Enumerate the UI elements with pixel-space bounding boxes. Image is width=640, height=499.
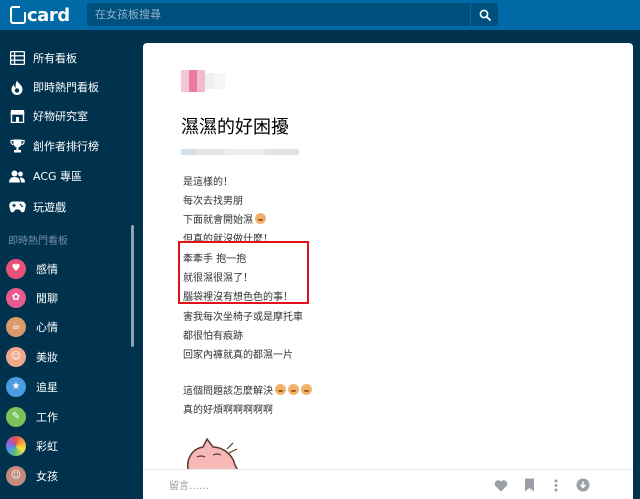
dcard-logo[interactable]: card <box>10 4 70 26</box>
board-item-girl[interactable]: ☺ 女孩 <box>0 461 130 490</box>
search-box[interactable] <box>87 3 470 26</box>
board-avatar-icon: ★ <box>6 376 26 397</box>
sidebar-item-label: 創作者排行榜 <box>33 140 99 153</box>
board-item-label: 心情 <box>36 320 58 334</box>
board-item-label: 女孩 <box>36 469 58 483</box>
board-item-idol[interactable]: ★ 追星 <box>0 372 130 401</box>
sidebar-item-creator-ranking[interactable]: 創作者排行榜 <box>0 131 130 161</box>
sidebar-item-acg[interactable]: ACG 專區 <box>0 161 130 191</box>
download-icon[interactable] <box>576 478 590 492</box>
search-icon <box>479 9 491 21</box>
sidebar-item-hot-boards[interactable]: 即時熱門看板 <box>0 72 130 102</box>
board-item-rainbow[interactable]: 彩虹 <box>0 431 130 460</box>
sidebar-item-goods-lab[interactable]: 好物研究室 <box>0 101 130 131</box>
board-item-label: 工作 <box>36 410 58 424</box>
post-title: 濕濕的好困擾 <box>181 117 289 138</box>
board-item-chat[interactable]: ✿ 閒聊 <box>0 283 130 312</box>
sidebar-item-all-boards[interactable]: 所有看板 <box>0 43 130 73</box>
post-body-line: 下面就會開始濕 <box>183 211 266 226</box>
board-avatar-icon: ✎ <box>6 406 26 427</box>
search-input[interactable] <box>87 3 470 26</box>
list-icon <box>8 49 26 67</box>
hot-boards-section-title: 即時熱門看板 <box>8 236 68 247</box>
heart-icon[interactable] <box>494 478 508 492</box>
board-item-label: 閒聊 <box>36 291 58 305</box>
grin-emoji-icon <box>255 213 266 224</box>
store-icon <box>8 107 26 125</box>
flame-icon <box>8 78 26 96</box>
gamepad-icon <box>8 198 26 216</box>
rainbow-icon <box>6 435 26 456</box>
bookmark-icon[interactable] <box>522 478 536 492</box>
post-body-line: 害我每次坐椅子或是摩托車 <box>183 312 303 323</box>
sad-emoji-icon <box>301 384 312 395</box>
comment-input[interactable]: 留言…… <box>169 477 209 492</box>
board-avatar-icon: ✿ <box>6 287 26 308</box>
board-item-relationship[interactable]: ♥ 感情 <box>0 254 130 283</box>
post-body-line: 每次去找男朋 <box>183 196 243 207</box>
logo-d-mark-icon <box>10 6 26 24</box>
trophy-icon <box>8 137 26 155</box>
more-options-icon[interactable] <box>549 478 563 492</box>
sidebar-item-games[interactable]: 玩遊戲 <box>0 192 130 222</box>
sidebar: 所有看板 即時熱門看板 好物研究室 創作者排行榜 ACG 專區 玩遊戲 即時熱門… <box>0 30 138 499</box>
post-body-line: 這個問題該怎麼解決 <box>183 382 312 397</box>
post-body-line: 回家內褲就真的都濕一片 <box>183 350 293 361</box>
post-body-line: 都很怕有痕跡 <box>183 331 243 342</box>
sidebar-item-label: 所有看板 <box>33 52 77 65</box>
sidebar-item-label: ACG 專區 <box>33 170 83 183</box>
board-item-label: 美妝 <box>36 350 58 364</box>
author-avatar <box>181 70 225 92</box>
top-header: card <box>0 0 640 30</box>
board-item-label: 感情 <box>36 262 58 276</box>
sidebar-item-label: 即時熱門看板 <box>33 81 99 94</box>
board-item-work[interactable]: ✎ 工作 <box>0 402 130 431</box>
sad-emoji-icon <box>288 384 299 395</box>
board-avatar-icon: ☕ <box>6 316 26 337</box>
highlight-box <box>178 241 309 304</box>
post-card: 濕濕的好困擾 是這樣的！ 每次去找男朋 下面就會開始濕 但真的就沒做什麼！ 牽牽… <box>143 43 633 499</box>
board-item-label: 彩虹 <box>36 439 58 453</box>
board-avatar-icon: ☺ <box>6 346 26 367</box>
logo-text: card <box>27 4 70 26</box>
sidebar-scrollbar[interactable] <box>131 225 134 347</box>
board-avatar-icon: ☺ <box>6 465 26 486</box>
users-icon <box>8 167 26 185</box>
sad-emoji-icon <box>275 384 286 395</box>
search-button[interactable] <box>470 3 498 26</box>
post-meta <box>181 149 299 155</box>
post-body-line: 是這樣的！ <box>183 177 233 188</box>
post-body-line: 真的好煩啊啊啊啊啊 <box>183 405 273 416</box>
board-item-mood[interactable]: ☕ 心情 <box>0 312 130 341</box>
post-footer: 留言…… <box>143 469 633 499</box>
sidebar-item-label: 好物研究室 <box>33 110 88 123</box>
board-item-makeup[interactable]: ☺ 美妝 <box>0 342 130 371</box>
sidebar-item-label: 玩遊戲 <box>33 201 66 214</box>
board-item-label: 追星 <box>36 380 58 394</box>
board-avatar-icon: ♥ <box>6 258 26 279</box>
